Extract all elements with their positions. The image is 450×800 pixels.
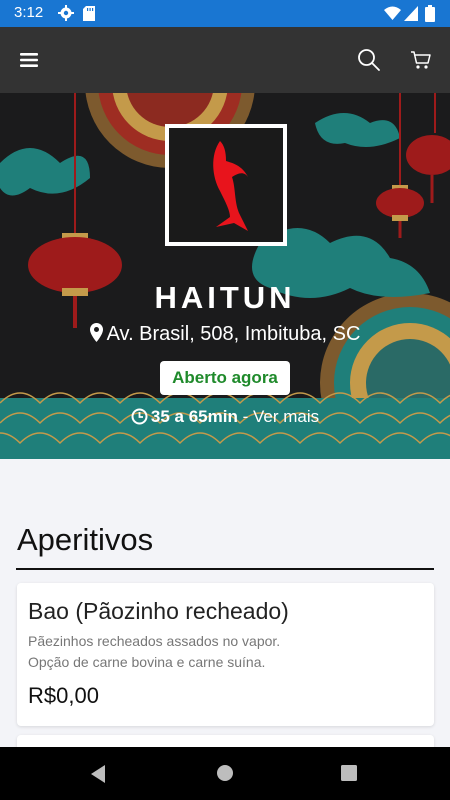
- delivery-time: 35 a 65min: [150, 407, 238, 426]
- menu-item-description: Opção de carne bovina e carne suína.: [28, 654, 266, 670]
- navigation-bar: [0, 747, 450, 800]
- clock-icon: [131, 408, 148, 425]
- restaurant-hero: HAITUN Av. Brasil, 508, Imbituba, SC Abe…: [0, 93, 450, 459]
- back-icon[interactable]: [89, 764, 107, 784]
- battery-icon: [425, 5, 435, 22]
- address-text: Av. Brasil, 508, Imbituba, SC: [106, 323, 361, 345]
- cart-button[interactable]: [406, 45, 436, 75]
- cart-icon: [411, 51, 431, 69]
- section-title: Aperitivos: [17, 522, 154, 557]
- restaurant-logo: [165, 124, 287, 246]
- sd-card-icon: [83, 6, 95, 21]
- menu-item-card[interactable]: Bao (Pãozinho recheado) Pãezinhos rechea…: [17, 583, 434, 726]
- menu-item-name: Bao (Pãozinho recheado): [28, 598, 289, 624]
- signal-icon: [404, 6, 418, 21]
- home-icon[interactable]: [216, 764, 234, 782]
- wifi-icon: [384, 6, 401, 20]
- restaurant-address: Av. Brasil, 508, Imbituba, SC: [0, 323, 450, 346]
- search-button[interactable]: [354, 45, 384, 75]
- gear-icon: [58, 5, 74, 21]
- menu-item-description: Pãezinhos recheados assados no vapor.: [28, 633, 281, 649]
- menu-icon: [20, 53, 38, 67]
- search-icon: [358, 49, 380, 71]
- status-bar: 3:12: [0, 0, 450, 27]
- open-status-badge: Aberto agora: [160, 361, 290, 395]
- restaurant-name: HAITUN: [154, 280, 296, 315]
- location-pin-icon: [89, 323, 103, 342]
- menu-button[interactable]: [14, 45, 44, 75]
- delivery-time-row[interactable]: 35 a 65min - Ver mais: [0, 407, 450, 427]
- recents-icon[interactable]: [341, 765, 357, 781]
- status-time: 3:12: [14, 4, 44, 21]
- dolphin-icon: [213, 141, 248, 231]
- section-divider: [16, 568, 434, 570]
- app-bar: [0, 27, 450, 93]
- see-more-link[interactable]: - Ver mais: [243, 407, 320, 426]
- menu-item-price: R$0,00: [28, 683, 99, 708]
